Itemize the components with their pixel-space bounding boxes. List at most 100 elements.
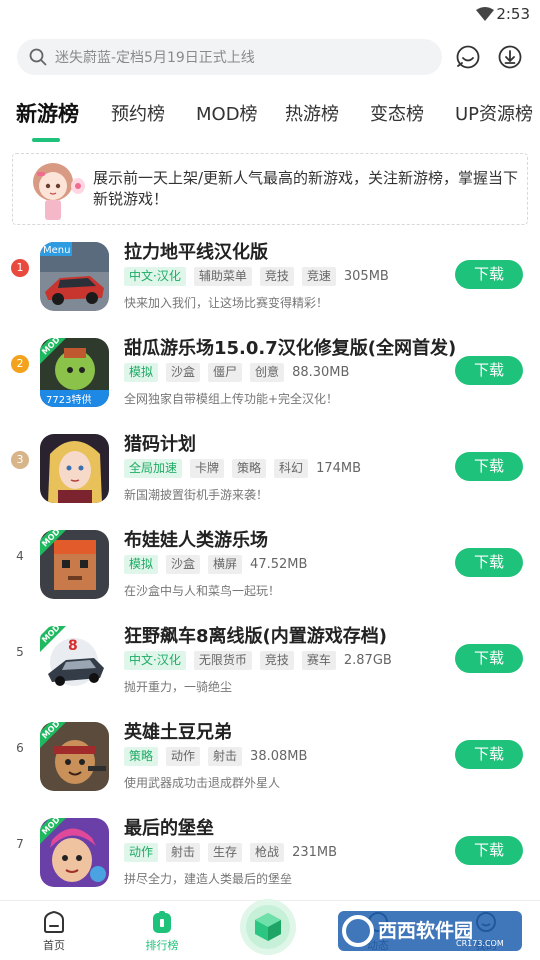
watermark-sub: CR173.COM <box>456 939 504 948</box>
game-tag: 辅助菜单 <box>193 267 252 286</box>
tab-modified[interactable]: 变态榜 <box>370 100 424 126</box>
game-size: 174MB <box>316 461 362 476</box>
game-size: 231MB <box>292 845 338 860</box>
game-item-2[interactable]: 2 7723特供 MOD 甜瓜游乐场15.0.7汉化修复版(全网首发) 模拟 沙… <box>0 338 540 434</box>
game-tag: 全局加速 <box>124 459 183 478</box>
search-icon <box>29 48 47 66</box>
game-name[interactable]: 英雄土豆兄弟 <box>124 718 232 744</box>
status-bar: 2:53 <box>0 0 540 28</box>
download-button[interactable]: 下载 <box>455 356 523 385</box>
download-button[interactable]: 下载 <box>455 260 523 289</box>
nav-label: 首页 <box>43 939 65 952</box>
game-tag: 沙盒 <box>166 363 201 382</box>
download-button[interactable]: 下载 <box>455 548 523 577</box>
game-description: 快来加入我们，让这场比赛变得精彩！ <box>124 296 329 310</box>
game-item-6[interactable]: 6 MOD 英雄土豆兄弟 策略 动作 射击 38.08MB 使用武器成功击退成群… <box>0 722 540 818</box>
hunter-girl-icon <box>40 434 109 503</box>
game-item-1[interactable]: 1 Menu 拉力地平线汉化版 中文·汉化 辅助菜单 竞技 竞速 305MB 快… <box>0 242 540 338</box>
game-tag: 生存 <box>208 843 243 862</box>
rank-number: 6 <box>16 741 24 755</box>
tab-hot-games[interactable]: 热游榜 <box>285 100 339 126</box>
game-tags: 全局加速 卡牌 策略 科幻 174MB <box>124 459 361 478</box>
game-icon[interactable]: MOD <box>40 530 109 599</box>
brotato-icon: MOD <box>40 722 109 791</box>
game-icon[interactable] <box>40 434 109 503</box>
home-icon <box>44 910 64 933</box>
game-tag: 模拟 <box>124 363 159 382</box>
game-item-3[interactable]: 3 猎码计划 全局加速 卡牌 策略 科幻 174MB 新国潮披置街机手游来袭！ … <box>0 434 540 530</box>
tab-reservation[interactable]: 预约榜 <box>111 100 165 126</box>
game-tag: 卡牌 <box>190 459 225 478</box>
game-name[interactable]: 猎码计划 <box>124 430 196 456</box>
game-tag: 横屏 <box>208 555 243 574</box>
game-item-4[interactable]: 4 MOD 布娃娃人类游乐场 模拟 沙盒 横屏 47.52MB 在沙盒中与人和菜… <box>0 530 540 626</box>
game-name[interactable]: 狂野飙车8离线版(内置游戏存档) <box>124 622 387 648</box>
game-description: 抛开重力，一骑绝尘 <box>124 680 233 694</box>
ranking-tabs: 新游榜 预约榜 MOD榜 热游榜 变态榜 UP资源榜 <box>0 100 540 144</box>
svg-text:8: 8 <box>68 638 78 654</box>
game-description: 全网独家自带模组上传功能+完全汉化！ <box>124 392 339 406</box>
download-button[interactable]: 下载 <box>455 452 523 481</box>
game-tag: 动作 <box>124 843 159 862</box>
nav-label: 排行榜 <box>145 939 179 952</box>
icon-badge-text: Menu <box>43 245 70 256</box>
game-tags: 中文·汉化 无限货币 竞技 赛车 2.87GB <box>124 651 392 670</box>
cube-icon <box>246 905 290 949</box>
tab-mod[interactable]: MOD榜 <box>196 100 258 126</box>
game-icon[interactable]: 7723特供 MOD <box>40 338 109 407</box>
nav-ranking[interactable]: 排行榜 <box>122 901 202 953</box>
game-tag: 竞速 <box>301 267 336 286</box>
game-tag: 策略 <box>124 747 159 766</box>
bottom-nav: 首页 排行榜 动态 我的 西西软件园 CR173.COM <box>0 899 540 960</box>
icon-footer-text: 7723特供 <box>46 393 91 406</box>
tab-up-resources[interactable]: UP资源榜 <box>455 100 533 126</box>
game-icon[interactable]: MOD <box>40 722 109 791</box>
search-input[interactable]: 迷失蔚蓝-定档5月19日正式上线 <box>17 39 442 75</box>
download-manager-icon[interactable] <box>497 44 523 70</box>
notice-banner: 展示前一天上架/更新人气最高的新游戏，关注新游榜，掌握当下新锐游戏！ <box>12 153 528 225</box>
game-tags: 模拟 沙盒 僵尸 创意 88.30MB <box>124 363 349 382</box>
rank-badge: 1 <box>11 259 29 277</box>
game-tags: 策略 动作 射击 38.08MB <box>124 747 307 766</box>
game-item-5[interactable]: 5 8 MOD 狂野飙车8离线版(内置游戏存档) 中文·汉化 无限货币 竞技 赛… <box>0 626 540 722</box>
nav-home[interactable]: 首页 <box>14 901 94 953</box>
game-description: 新国潮披置街机手游来袭！ <box>124 488 269 502</box>
game-tag: 竞技 <box>259 267 294 286</box>
game-tag: 策略 <box>232 459 267 478</box>
download-button[interactable]: 下载 <box>455 644 523 673</box>
ragdoll-human-icon: MOD <box>40 530 109 599</box>
game-name[interactable]: 甜瓜游乐场15.0.7汉化修复版(全网首发) <box>124 334 456 360</box>
game-tag: 竞技 <box>259 651 294 670</box>
game-description: 拼尽全力，建造人类最后的堡垒 <box>124 872 293 886</box>
game-icon[interactable]: Menu <box>40 242 109 311</box>
game-size: 38.08MB <box>250 749 308 764</box>
game-size: 88.30MB <box>292 365 350 380</box>
game-icon[interactable]: 8 MOD <box>40 626 109 695</box>
notice-text: 展示前一天上架/更新人气最高的新游戏，关注新游榜，掌握当下新锐游戏！ <box>93 169 519 208</box>
download-button[interactable]: 下载 <box>455 740 523 769</box>
game-tag: 中文·汉化 <box>124 651 186 670</box>
game-tag: 创意 <box>250 363 285 382</box>
game-tag: 射击 <box>208 747 243 766</box>
game-tags: 动作 射击 生存 枪战 231MB <box>124 843 337 862</box>
search-placeholder: 迷失蔚蓝-定档5月19日正式上线 <box>55 50 255 66</box>
game-name[interactable]: 拉力地平线汉化版 <box>124 238 268 264</box>
game-name[interactable]: 最后的堡垒 <box>124 814 214 840</box>
game-description: 使用武器成功击退成群外星人 <box>124 776 281 790</box>
status-time: 2:53 <box>496 5 530 23</box>
asphalt-8-icon: 8 MOD <box>40 626 109 695</box>
center-game-button[interactable] <box>240 899 296 955</box>
game-icon[interactable]: MOD <box>40 818 109 887</box>
game-tag: 无限货币 <box>193 651 252 670</box>
game-tags: 中文·汉化 辅助菜单 竞技 竞速 305MB <box>124 267 389 286</box>
message-icon[interactable] <box>455 44 481 70</box>
game-tag: 赛车 <box>301 651 336 670</box>
game-tag: 科幻 <box>274 459 309 478</box>
tab-new-games[interactable]: 新游榜 <box>16 98 79 128</box>
rank-number: 5 <box>16 645 24 659</box>
game-size: 47.52MB <box>250 557 308 572</box>
download-button[interactable]: 下载 <box>455 836 523 865</box>
rank-number: 4 <box>16 549 24 563</box>
game-tag: 枪战 <box>250 843 285 862</box>
game-name[interactable]: 布娃娃人类游乐场 <box>124 526 268 552</box>
